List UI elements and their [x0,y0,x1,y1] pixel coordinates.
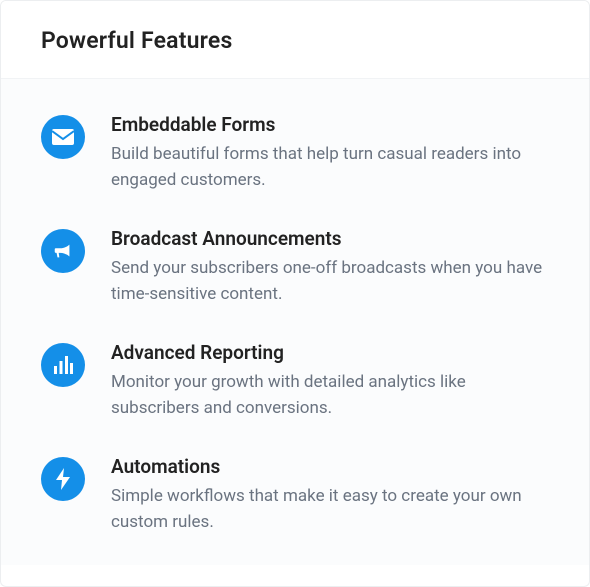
feature-title: Embeddable Forms [111,113,549,136]
mail-icon [41,115,85,159]
feature-title: Broadcast Announcements [111,227,549,250]
feature-text: Embeddable Forms Build beautiful forms t… [111,113,549,193]
feature-item: Broadcast Announcements Send your subscr… [41,227,549,307]
features-card: Powerful Features Embeddable Forms Build… [0,0,590,587]
feature-title: Advanced Reporting [111,341,549,364]
bolt-icon [41,457,85,501]
feature-desc: Send your subscribers one-off broadcasts… [111,256,549,307]
feature-desc: Simple workflows that make it easy to cr… [111,484,549,535]
feature-item: Automations Simple workflows that make i… [41,455,549,535]
feature-item: Embeddable Forms Build beautiful forms t… [41,113,549,193]
card-title: Powerful Features [41,27,549,54]
feature-desc: Build beautiful forms that help turn cas… [111,142,549,193]
feature-title: Automations [111,455,549,478]
chart-icon [41,343,85,387]
feature-text: Broadcast Announcements Send your subscr… [111,227,549,307]
feature-text: Advanced Reporting Monitor your growth w… [111,341,549,421]
card-header: Powerful Features [1,1,589,78]
card-body: Embeddable Forms Build beautiful forms t… [1,78,589,565]
megaphone-icon [41,229,85,273]
feature-text: Automations Simple workflows that make i… [111,455,549,535]
feature-desc: Monitor your growth with detailed analyt… [111,370,549,421]
feature-item: Advanced Reporting Monitor your growth w… [41,341,549,421]
